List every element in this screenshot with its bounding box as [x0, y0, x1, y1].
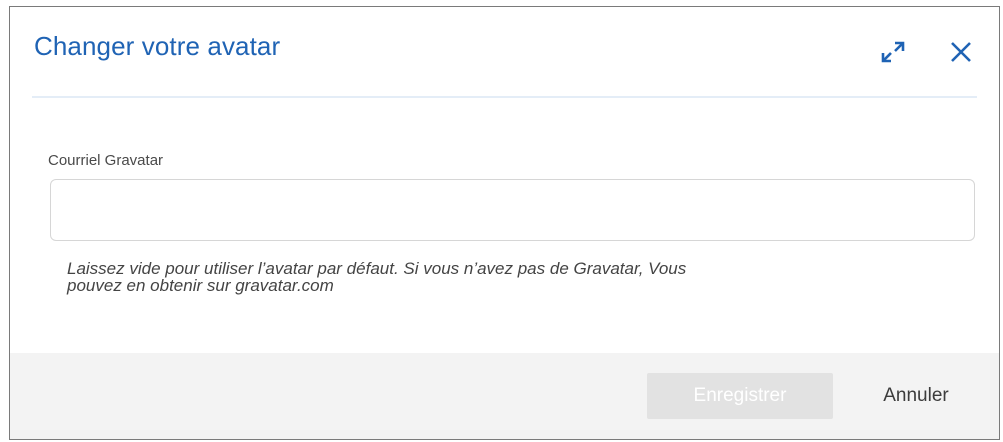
expand-button[interactable]: [876, 35, 910, 69]
save-button[interactable]: Enregistrer: [647, 373, 833, 419]
dialog-body: Courriel Gravatar Laissez vide pour util…: [10, 98, 999, 354]
close-icon: [951, 42, 971, 62]
close-button[interactable]: [944, 35, 978, 69]
dialog-footer: Enregistrer Annuler: [10, 353, 999, 439]
help-text: Laissez vide pour utiliser l’avatar par …: [67, 260, 947, 294]
change-avatar-dialog: Changer votre avatar Courriel Gravatar L…: [9, 6, 1000, 440]
expand-arrows-icon: [881, 41, 905, 63]
dialog-title: Changer votre avatar: [34, 31, 281, 61]
email-field-label: Courriel Gravatar: [48, 152, 164, 169]
gravatar-email-input[interactable]: [50, 179, 975, 241]
help-text-line-2: pouvez en obtenir sur gravatar.com: [67, 276, 334, 295]
cancel-button[interactable]: Annuler: [856, 373, 976, 419]
dialog-header: Changer votre avatar: [10, 7, 999, 98]
